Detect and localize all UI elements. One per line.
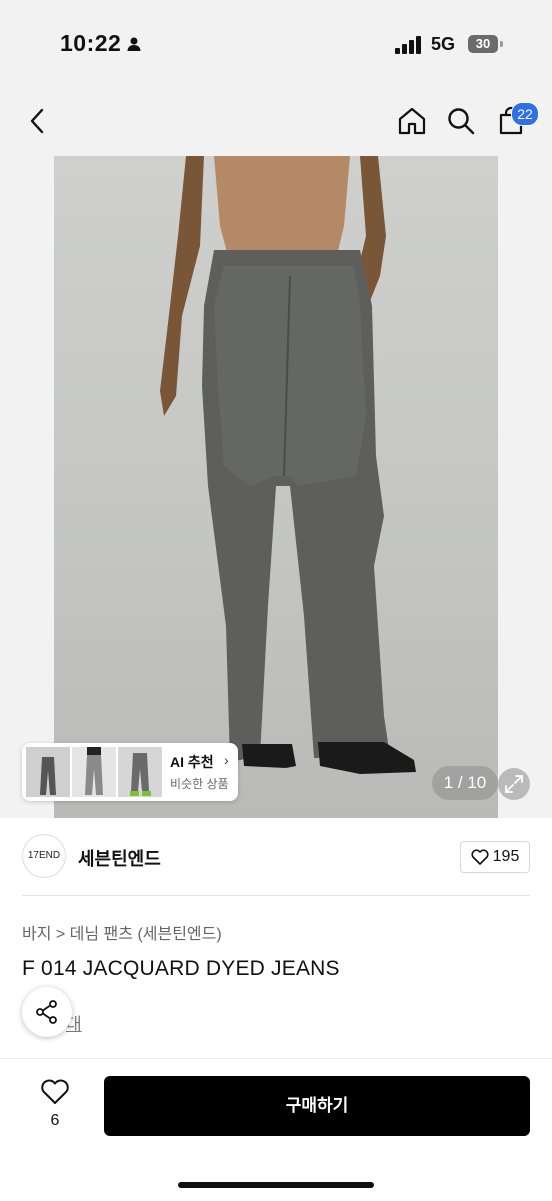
chevron-right-icon[interactable]: › bbox=[224, 752, 229, 768]
expand-icon bbox=[505, 775, 523, 793]
wishlist-count: 6 bbox=[50, 1112, 60, 1129]
share-icon bbox=[36, 1000, 57, 1024]
recommend-thumbnail[interactable] bbox=[26, 747, 70, 797]
search-icon bbox=[448, 108, 475, 135]
search-button[interactable] bbox=[441, 101, 481, 141]
back-button[interactable] bbox=[18, 101, 58, 141]
image-counter: 1 / 10 bbox=[432, 766, 498, 800]
brand-like-button[interactable]: 195 bbox=[460, 841, 530, 873]
home-indicator bbox=[178, 1182, 374, 1188]
recommend-thumbnail[interactable] bbox=[72, 747, 116, 797]
battery-tip bbox=[500, 41, 503, 47]
brand-logo[interactable]: 17END bbox=[22, 834, 66, 878]
brand-name[interactable]: 세븐틴엔드 bbox=[78, 845, 161, 871]
jeans-model-illustration bbox=[160, 156, 416, 774]
heart-icon bbox=[41, 1079, 69, 1104]
person-icon bbox=[127, 37, 141, 51]
divider bbox=[22, 895, 530, 896]
ai-recommend-subtitle: 비슷한 상품 bbox=[170, 777, 229, 791]
heart-icon bbox=[471, 849, 489, 865]
chevron-left-icon bbox=[30, 108, 44, 134]
home-icon bbox=[398, 107, 426, 135]
buy-button[interactable]: 구매하기 bbox=[104, 1076, 530, 1136]
ai-recommend-title[interactable]: AI 추천 bbox=[170, 752, 214, 772]
breadcrumb[interactable]: 바지 > 데님 팬츠 (세븐틴엔드) bbox=[22, 920, 222, 944]
home-button[interactable] bbox=[392, 101, 432, 141]
recommend-thumbnail[interactable] bbox=[118, 747, 162, 797]
status-time: 10:22 bbox=[60, 30, 122, 56]
brand-like-count: 195 bbox=[492, 848, 520, 865]
wishlist-button[interactable] bbox=[30, 1078, 80, 1111]
expand-button[interactable] bbox=[498, 768, 530, 800]
battery-indicator: 30 bbox=[468, 35, 498, 53]
cart-count-badge: 22 bbox=[511, 102, 539, 126]
network-label: 5G bbox=[431, 34, 456, 54]
product-photo bbox=[54, 156, 498, 818]
signal-icon bbox=[395, 36, 421, 54]
share-button[interactable] bbox=[22, 987, 72, 1037]
product-image-carousel[interactable] bbox=[0, 156, 552, 818]
product-title: F 014 JACQUARD DYED JEANS bbox=[22, 957, 340, 980]
